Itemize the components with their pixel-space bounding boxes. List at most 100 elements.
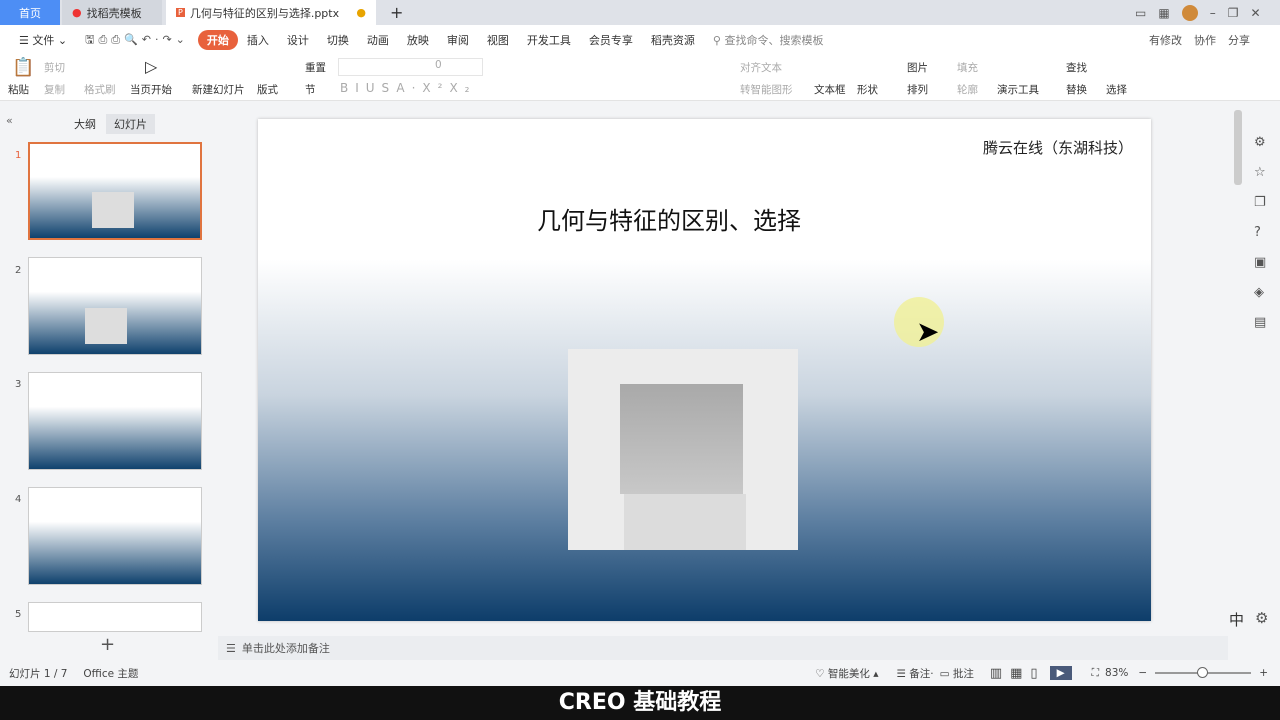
add-slide-button[interactable]: +	[100, 634, 115, 655]
tab-templates[interactable]: ● 找稻壳模板	[62, 0, 162, 25]
slide-thumbnail[interactable]	[28, 257, 202, 355]
video-caption: CREO 基础教程	[0, 686, 1280, 720]
slideshow-play-button[interactable]: ▶	[1049, 666, 1072, 680]
tab-slides[interactable]: 幻灯片	[106, 114, 155, 134]
file-label: 文件	[32, 34, 55, 47]
slide-canvas[interactable]: 腾云在线（东湖科技） 几何与特征的区别、选择 ➤	[258, 119, 1151, 621]
notes-bar[interactable]: ☰ 单击此处添加备注	[218, 636, 1228, 660]
theme-name: Office 主题	[83, 667, 139, 680]
slide-header: 腾云在线（东湖科技）	[982, 139, 1133, 157]
notes-placeholder[interactable]: 单击此处添加备注	[242, 640, 330, 656]
menu-insert[interactable]: 插入	[238, 30, 278, 50]
properties-icon[interactable]: ⚙	[1254, 135, 1266, 150]
menu-view[interactable]: 视图	[478, 30, 518, 50]
modified-button[interactable]: 有修改	[1149, 32, 1182, 48]
menu-home[interactable]: 开始	[197, 30, 238, 50]
collaborate-button[interactable]: 协作	[1194, 32, 1216, 48]
copy-icon[interactable]: ❐	[1254, 195, 1266, 210]
menu-slideshow[interactable]: 放映	[398, 30, 438, 50]
zoom-in-button[interactable]: +	[1259, 667, 1268, 679]
slide-count: 幻灯片 1 / 7	[9, 667, 68, 680]
menu-animation[interactable]: 动画	[358, 30, 398, 50]
find-button[interactable]: 查找	[1066, 60, 1087, 75]
right-sidebar	[1228, 110, 1280, 636]
help-icon[interactable]: ?	[1254, 225, 1261, 240]
cut-button[interactable]: 剪切	[44, 60, 65, 75]
copy-button[interactable]: 复制	[44, 82, 65, 97]
slide-thumbnail[interactable]	[28, 487, 202, 585]
play-from-current-button[interactable]: 当页开始	[130, 82, 172, 97]
zoom-level[interactable]: 83%	[1105, 667, 1128, 679]
shape-button[interactable]: 形状	[857, 82, 878, 97]
replace-button[interactable]: 替换	[1066, 82, 1087, 97]
avatar[interactable]	[1181, 4, 1198, 21]
slide-thumbnail[interactable]	[28, 142, 202, 240]
zoom-fit-icon[interactable]: ⛶	[1092, 667, 1099, 680]
zoom-slider-thumb[interactable]	[1197, 667, 1209, 678]
paste-icon: 📋	[12, 57, 35, 78]
smart-shape-button[interactable]: 转智能图形	[740, 82, 793, 97]
notes-toggle[interactable]: ☰ 备注·	[896, 666, 933, 681]
menu-developer[interactable]: 开发工具	[518, 30, 580, 50]
slide-thumbnail[interactable]	[28, 372, 202, 470]
menu-design[interactable]: 设计	[278, 30, 318, 50]
tab-document[interactable]: P 几何与特征的区别与选择.pptx ●	[166, 0, 376, 25]
format-painter-button[interactable]: 格式刷	[84, 82, 116, 97]
close-icon[interactable]: ✕	[1250, 6, 1260, 20]
presenter-tools-button[interactable]: 演示工具	[997, 82, 1039, 97]
comment-button[interactable]: ▭ 批注	[940, 666, 974, 681]
new-tab-button[interactable]: +	[380, 0, 413, 25]
tab-home[interactable]: 首页	[0, 0, 60, 25]
view-mode-buttons[interactable]: ▥▦▯	[990, 666, 1046, 681]
menu-transition[interactable]: 切换	[318, 30, 358, 50]
location-icon[interactable]: ◈	[1254, 285, 1264, 300]
menu-review[interactable]: 审阅	[438, 30, 478, 50]
arrange-button[interactable]: 排列	[907, 82, 928, 97]
cube-image[interactable]	[568, 349, 798, 550]
zoom-out-button[interactable]: −	[1138, 667, 1147, 679]
mouse-cursor-icon: ➤	[916, 315, 940, 348]
new-slide-button[interactable]: 新建幻灯片	[192, 82, 245, 97]
image-icon[interactable]: ▣	[1254, 255, 1266, 270]
tab-outline[interactable]: 大纲	[74, 116, 96, 132]
settings-icon[interactable]: ⚙	[1255, 609, 1268, 627]
share-button[interactable]: 分享	[1228, 32, 1250, 48]
font-size-select[interactable]: 0	[338, 58, 483, 76]
minimize-icon[interactable]: –	[1210, 6, 1216, 20]
star-icon[interactable]: ☆	[1254, 165, 1266, 180]
section-button[interactable]: 节	[305, 82, 316, 97]
textbox-button[interactable]: 文本框	[814, 82, 846, 97]
menu-docer[interactable]: 稻壳资源	[642, 30, 704, 50]
picture-button[interactable]: 图片	[907, 60, 928, 75]
menu-member[interactable]: 会员专享	[580, 30, 642, 50]
font-format-buttons[interactable]: BIUSA·X²X₂	[340, 81, 476, 95]
slide-title: 几何与特征的区别、选择	[537, 207, 801, 235]
file-menu[interactable]: ☰ 文件 ⌄	[10, 30, 76, 50]
layout-button[interactable]: 版式	[257, 82, 278, 97]
zoom-slider[interactable]	[1155, 667, 1252, 678]
collapse-icon[interactable]: «	[6, 114, 13, 127]
layout-icon[interactable]: ▭	[1135, 6, 1146, 20]
outline-button[interactable]: 轮廓	[957, 82, 978, 97]
restore-icon[interactable]: ❐	[1228, 6, 1239, 20]
ime-indicator[interactable]: 中	[1229, 609, 1244, 630]
scrollbar[interactable]	[1234, 110, 1242, 185]
select-button[interactable]: 选择	[1106, 82, 1127, 97]
slide-thumbnail[interactable]	[28, 602, 202, 632]
thumb-image	[85, 308, 127, 344]
reset-button[interactable]: 重置	[305, 60, 326, 75]
apps-icon[interactable]: ▦	[1158, 6, 1169, 20]
fill-button[interactable]: 填充	[957, 60, 978, 75]
menu-bar: ☰ 文件 ⌄ 🖫⎙⎙🔍↶·↷⌄ 开始 插入 设计 切换 动画 放映 审阅 视图 …	[0, 25, 1280, 55]
docer-icon: ●	[72, 6, 82, 19]
quick-access-icons[interactable]: 🖫⎙⎙🔍↶·↷⌄	[76, 29, 198, 52]
slide-number: 1	[15, 150, 22, 161]
comment-label: 批注	[952, 667, 974, 680]
slide-number: 5	[15, 609, 22, 620]
tab-label: 找稻壳模板	[86, 6, 142, 20]
search-image-icon[interactable]: ▤	[1254, 315, 1266, 330]
command-search[interactable]: ⚲ 查找命令、搜索模板	[704, 30, 833, 50]
paste-button[interactable]: 粘贴	[8, 82, 29, 97]
beautify-button[interactable]: ♡ 智能美化 ▴	[815, 666, 878, 681]
align-text-button[interactable]: 对齐文本	[740, 60, 782, 75]
